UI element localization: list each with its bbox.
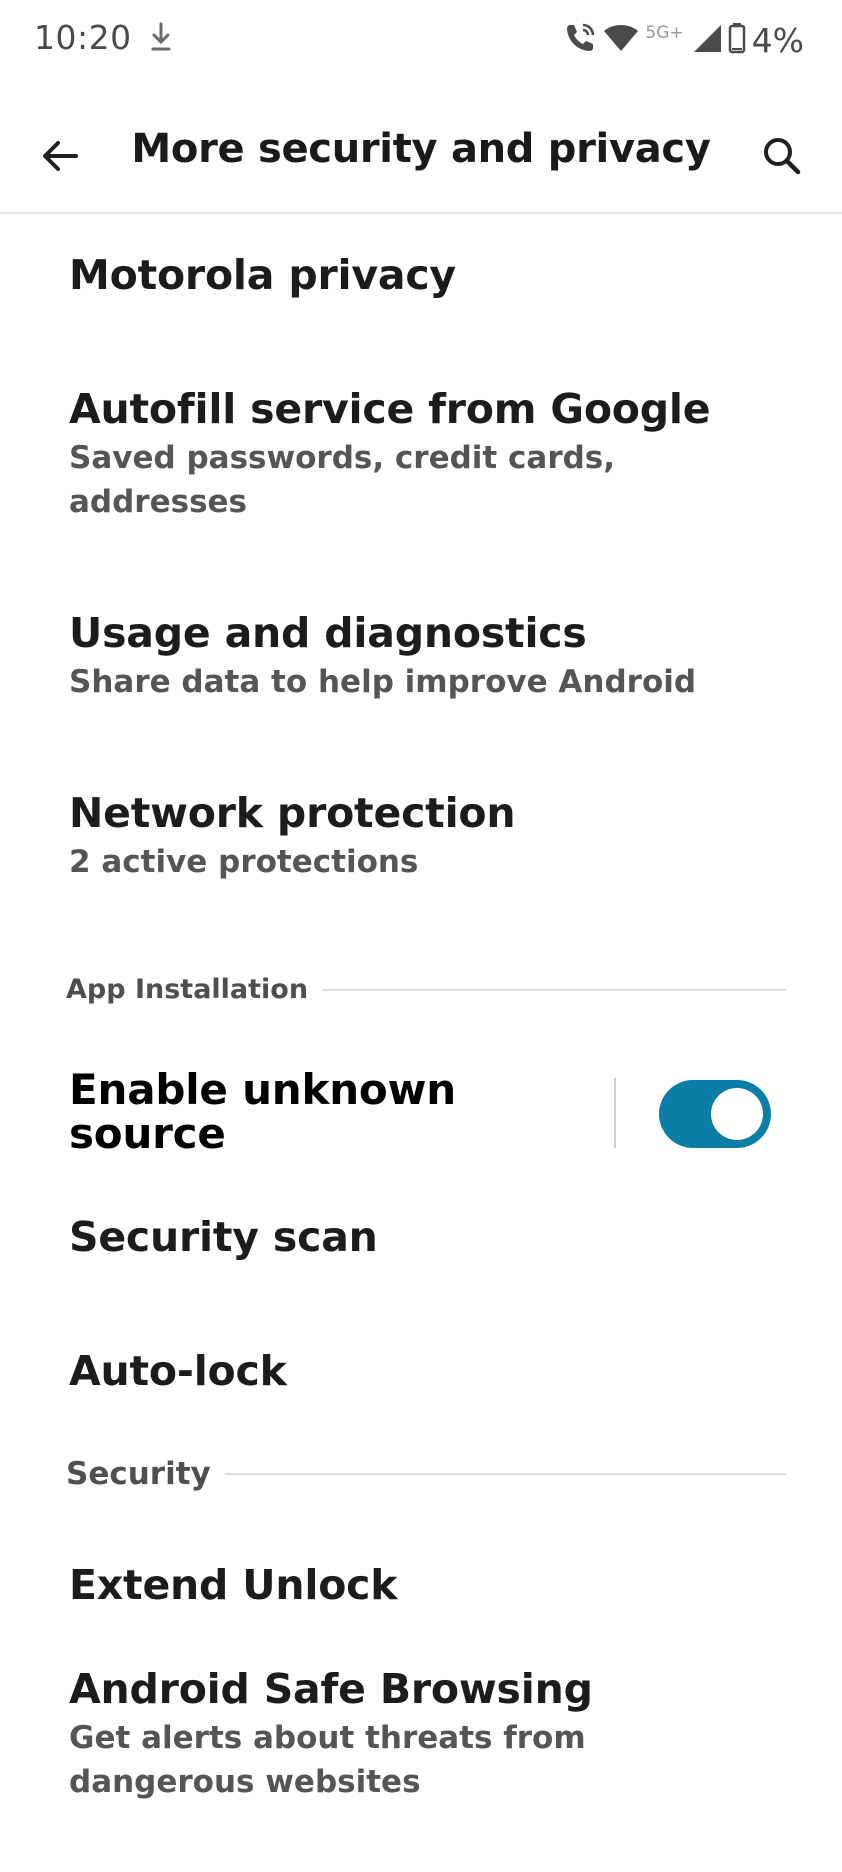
subtitle-line: Get alerts about threats from <box>69 1720 586 1756</box>
status-time: 10:20 <box>34 18 132 57</box>
wifi-icon <box>603 23 639 57</box>
section-label: Security <box>66 1456 211 1492</box>
item-title: Extend Unlock <box>69 1561 398 1609</box>
battery-percent: 4% <box>751 20 804 60</box>
item-title: Network protection <box>69 789 516 837</box>
section-label: App Installation <box>66 974 309 1005</box>
network-protection-item[interactable]: Network protection 2 active protections <box>69 788 769 884</box>
app-bar: More security and privacy <box>0 96 842 214</box>
item-title: Android Safe Browsing <box>69 1665 593 1713</box>
item-title: Auto-lock <box>69 1347 287 1395</box>
signal-icon <box>692 23 722 57</box>
section-divider <box>322 988 786 991</box>
toggle-thumb <box>711 1088 763 1140</box>
battery-icon <box>728 22 746 58</box>
status-bar: 10:20 5G+ 4% <box>0 0 842 80</box>
toggle-divider <box>614 1078 616 1148</box>
wifi-calling-icon <box>563 21 597 59</box>
safe-browsing-item[interactable]: Android Safe Browsing Get alerts about t… <box>69 1664 769 1804</box>
item-title: Usage and diagnostics <box>69 609 587 657</box>
unknown-source-toggle[interactable] <box>659 1080 771 1148</box>
status-icons: 5G+ 4% <box>563 16 804 64</box>
item-subtitle: 2 active protections <box>69 844 419 880</box>
motorola-privacy-item[interactable]: Motorola privacy <box>69 250 769 300</box>
item-title: Security scan <box>69 1213 378 1261</box>
search-button[interactable] <box>758 132 806 180</box>
extend-unlock-item[interactable]: Extend Unlock <box>69 1560 769 1610</box>
auto-lock-item[interactable]: Auto-lock <box>69 1346 769 1396</box>
subtitle-line: addresses <box>69 484 247 520</box>
autofill-service-item[interactable]: Autofill service from Google Saved passw… <box>69 384 769 524</box>
item-title: Autofill service from Google <box>69 385 711 433</box>
search-icon <box>764 138 801 175</box>
item-title: Motorola privacy <box>69 251 456 299</box>
network-type: 5G+ <box>645 23 684 43</box>
section-divider <box>224 1473 786 1475</box>
subtitle-line: dangerous websites <box>69 1764 421 1800</box>
title-line: Enable unknown <box>69 1065 456 1114</box>
download-icon <box>150 22 172 56</box>
security-scan-item[interactable]: Security scan <box>69 1212 769 1262</box>
title-line: source <box>69 1109 226 1158</box>
page-title: More security and privacy <box>131 126 711 172</box>
item-subtitle: Share data to help improve Android <box>69 664 697 700</box>
section-header-app-installation: App Installation <box>66 974 786 1005</box>
subtitle-line: Saved passwords, credit cards, <box>69 440 616 476</box>
item-subtitle: Saved passwords, credit cards, addresses <box>69 436 769 524</box>
item-title: Enable unknown source <box>69 1068 589 1156</box>
section-header-security: Security <box>66 1456 786 1492</box>
enable-unknown-source-item[interactable]: Enable unknown source <box>69 1068 589 1156</box>
usage-diagnostics-item[interactable]: Usage and diagnostics Share data to help… <box>69 608 769 704</box>
item-subtitle: Get alerts about threats from dangerous … <box>69 1716 769 1804</box>
